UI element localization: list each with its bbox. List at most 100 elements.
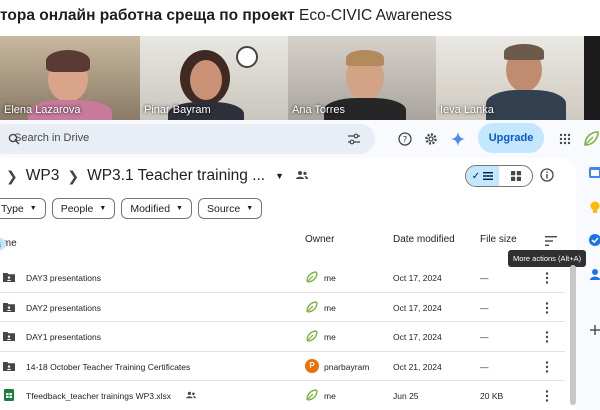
filter-source-label: Source (206, 202, 241, 215)
file-name: DAY3 presentations (26, 273, 101, 283)
more-actions-icon[interactable] (544, 330, 550, 344)
file-owner: me (324, 302, 336, 313)
help-icon[interactable]: ? (392, 126, 418, 152)
more-actions-icon[interactable] (544, 301, 550, 315)
shared-folder-icon (3, 361, 15, 371)
spreadsheet-icon (4, 389, 14, 401)
settings-gear-icon[interactable] (418, 126, 444, 152)
column-owner-header[interactable]: Owner (305, 234, 334, 245)
filter-modified[interactable]: Modified ▼ (121, 198, 192, 219)
file-size: 20 KB (480, 391, 504, 401)
filter-people[interactable]: People ▼ (51, 198, 116, 219)
tasks-icon[interactable] (588, 233, 600, 247)
filter-type-label: Type (1, 202, 24, 215)
caption-bold: тора онлайн работна среща по проект (0, 7, 295, 24)
breadcrumb-item-current[interactable]: WP3.1 Teacher training ... (87, 167, 265, 185)
shared-folder-icon (296, 167, 309, 185)
file-owner: me (324, 391, 336, 401)
file-owner: me (324, 332, 336, 342)
table-row[interactable]: DAY3 presentations me Oct 17, 2024 — (0, 263, 565, 293)
file-name: DAY1 presentations (26, 332, 101, 342)
more-actions-icon[interactable] (544, 389, 550, 403)
file-modified: Oct 21, 2024 (393, 361, 442, 372)
vertical-scrollbar[interactable] (570, 265, 576, 405)
shared-folder-icon (3, 302, 15, 312)
gemini-sparkle-icon[interactable] (445, 126, 471, 152)
search-input[interactable]: Search in Drive (14, 132, 89, 144)
owner-avatar: P (305, 358, 319, 373)
shared-people-icon (186, 391, 196, 399)
file-name: Tfeedback_teacher trainings WP3.xlsx (26, 391, 172, 401)
meeting-caption: тора онлайн работна среща по проект Eco-… (0, 0, 600, 36)
svg-text:?: ? (403, 136, 408, 146)
search-options-icon[interactable] (347, 132, 361, 150)
more-actions-icon[interactable] (544, 360, 550, 374)
filter-type[interactable]: Type ▼ (0, 198, 46, 219)
file-modified: Oct 17, 2024 (393, 273, 442, 283)
breadcrumb-item-wp3[interactable]: WP3 (26, 167, 60, 185)
file-owner: me (324, 273, 336, 283)
file-list: DAY3 presentations me Oct 17, 2024 — DAY… (0, 263, 565, 410)
table-row[interactable]: DAY1 presentations me Oct 17, 2024 — (0, 322, 565, 352)
file-modified: Jun 25 (393, 391, 419, 401)
owner-avatar-icon (306, 300, 318, 313)
details-info-icon[interactable] (540, 168, 554, 187)
shared-folder-icon (3, 273, 15, 282)
column-modified-header[interactable]: Date modified (393, 234, 455, 245)
account-logo-icon[interactable] (578, 126, 600, 152)
participant-name: Elena Lazarova (4, 104, 81, 116)
dropdown-icon: ▼ (246, 205, 254, 212)
folder-dropdown-icon[interactable]: ▼ (275, 171, 284, 181)
video-tile-active[interactable]: Ieva Lanka (436, 36, 584, 120)
participant-name: Ana Torres (292, 104, 345, 116)
breadcrumb: ❯ WP3 ❯ WP3.1 Teacher training ... ▼ (0, 164, 309, 188)
filter-source[interactable]: Source ▼ (197, 198, 263, 219)
dropdown-icon: ▼ (99, 205, 107, 212)
add-icon[interactable] (588, 323, 600, 337)
video-tile[interactable]: Elena Lazarova (0, 36, 140, 120)
video-strip: Elena Lazarova Pinar Bayram Ana Torres I… (0, 36, 600, 120)
file-modified: Oct 17, 2024 (393, 302, 442, 313)
file-name: DAY2 presentations (26, 302, 101, 313)
owner-avatar-icon (306, 271, 318, 283)
sort-options-icon[interactable] (545, 233, 557, 251)
owner-avatar-icon (306, 330, 318, 342)
more-actions-icon[interactable] (544, 271, 550, 285)
breadcrumb-chevron-icon: ❯ (67, 167, 80, 184)
table-row[interactable]: 14-18 October Teacher Training Certifica… (0, 352, 565, 381)
apps-grid-icon[interactable] (552, 126, 578, 152)
column-size-header[interactable]: File size (480, 234, 517, 245)
shared-folder-icon (3, 332, 15, 341)
table-header: Name↓ Owner Date modified File size (0, 230, 570, 252)
participant-name: Pinar Bayram (144, 104, 211, 116)
file-size: — (480, 273, 489, 283)
dropdown-icon: ▼ (29, 205, 37, 212)
check-icon: ✓ (471, 170, 481, 182)
search-bar[interactable]: Search in Drive (0, 124, 375, 154)
drive-app: Search in Drive ? Upgrade ❯ WP3 ❯ WP3.1 … (0, 120, 600, 410)
upgrade-button[interactable]: Upgrade (478, 123, 544, 153)
calendar-icon[interactable] (588, 165, 600, 179)
list-view-icon (483, 172, 494, 180)
grid-view-button[interactable] (499, 166, 532, 186)
table-row[interactable]: DAY2 presentations me Oct 17, 2024 — (0, 293, 565, 322)
caption-plain: Eco-CIVIC Awareness (299, 7, 453, 24)
view-toggle: ✓ (465, 165, 533, 187)
table-row[interactable]: Tfeedback_teacher trainings WP3.xlsx me … (0, 381, 565, 410)
video-tile[interactable]: Pinar Bayram (140, 36, 288, 120)
grid-view-icon (510, 171, 521, 181)
participant-name: Ieva Lanka (440, 104, 494, 116)
file-size: — (480, 361, 489, 372)
list-view-button[interactable]: ✓ (466, 166, 499, 186)
file-name: 14-18 October Teacher Training Certifica… (26, 361, 191, 372)
video-tile[interactable]: Ana Torres (288, 36, 436, 120)
breadcrumb-chevron-icon: ❯ (6, 167, 18, 184)
owner-avatar-icon (306, 389, 318, 401)
filter-modified-label: Modified (130, 202, 171, 215)
file-modified: Oct 17, 2024 (393, 332, 442, 342)
contacts-icon[interactable] (588, 267, 600, 281)
keep-bulb-icon[interactable] (588, 200, 600, 214)
file-size: — (480, 302, 489, 313)
file-size: — (480, 332, 489, 342)
dropdown-icon: ▼ (176, 205, 183, 212)
